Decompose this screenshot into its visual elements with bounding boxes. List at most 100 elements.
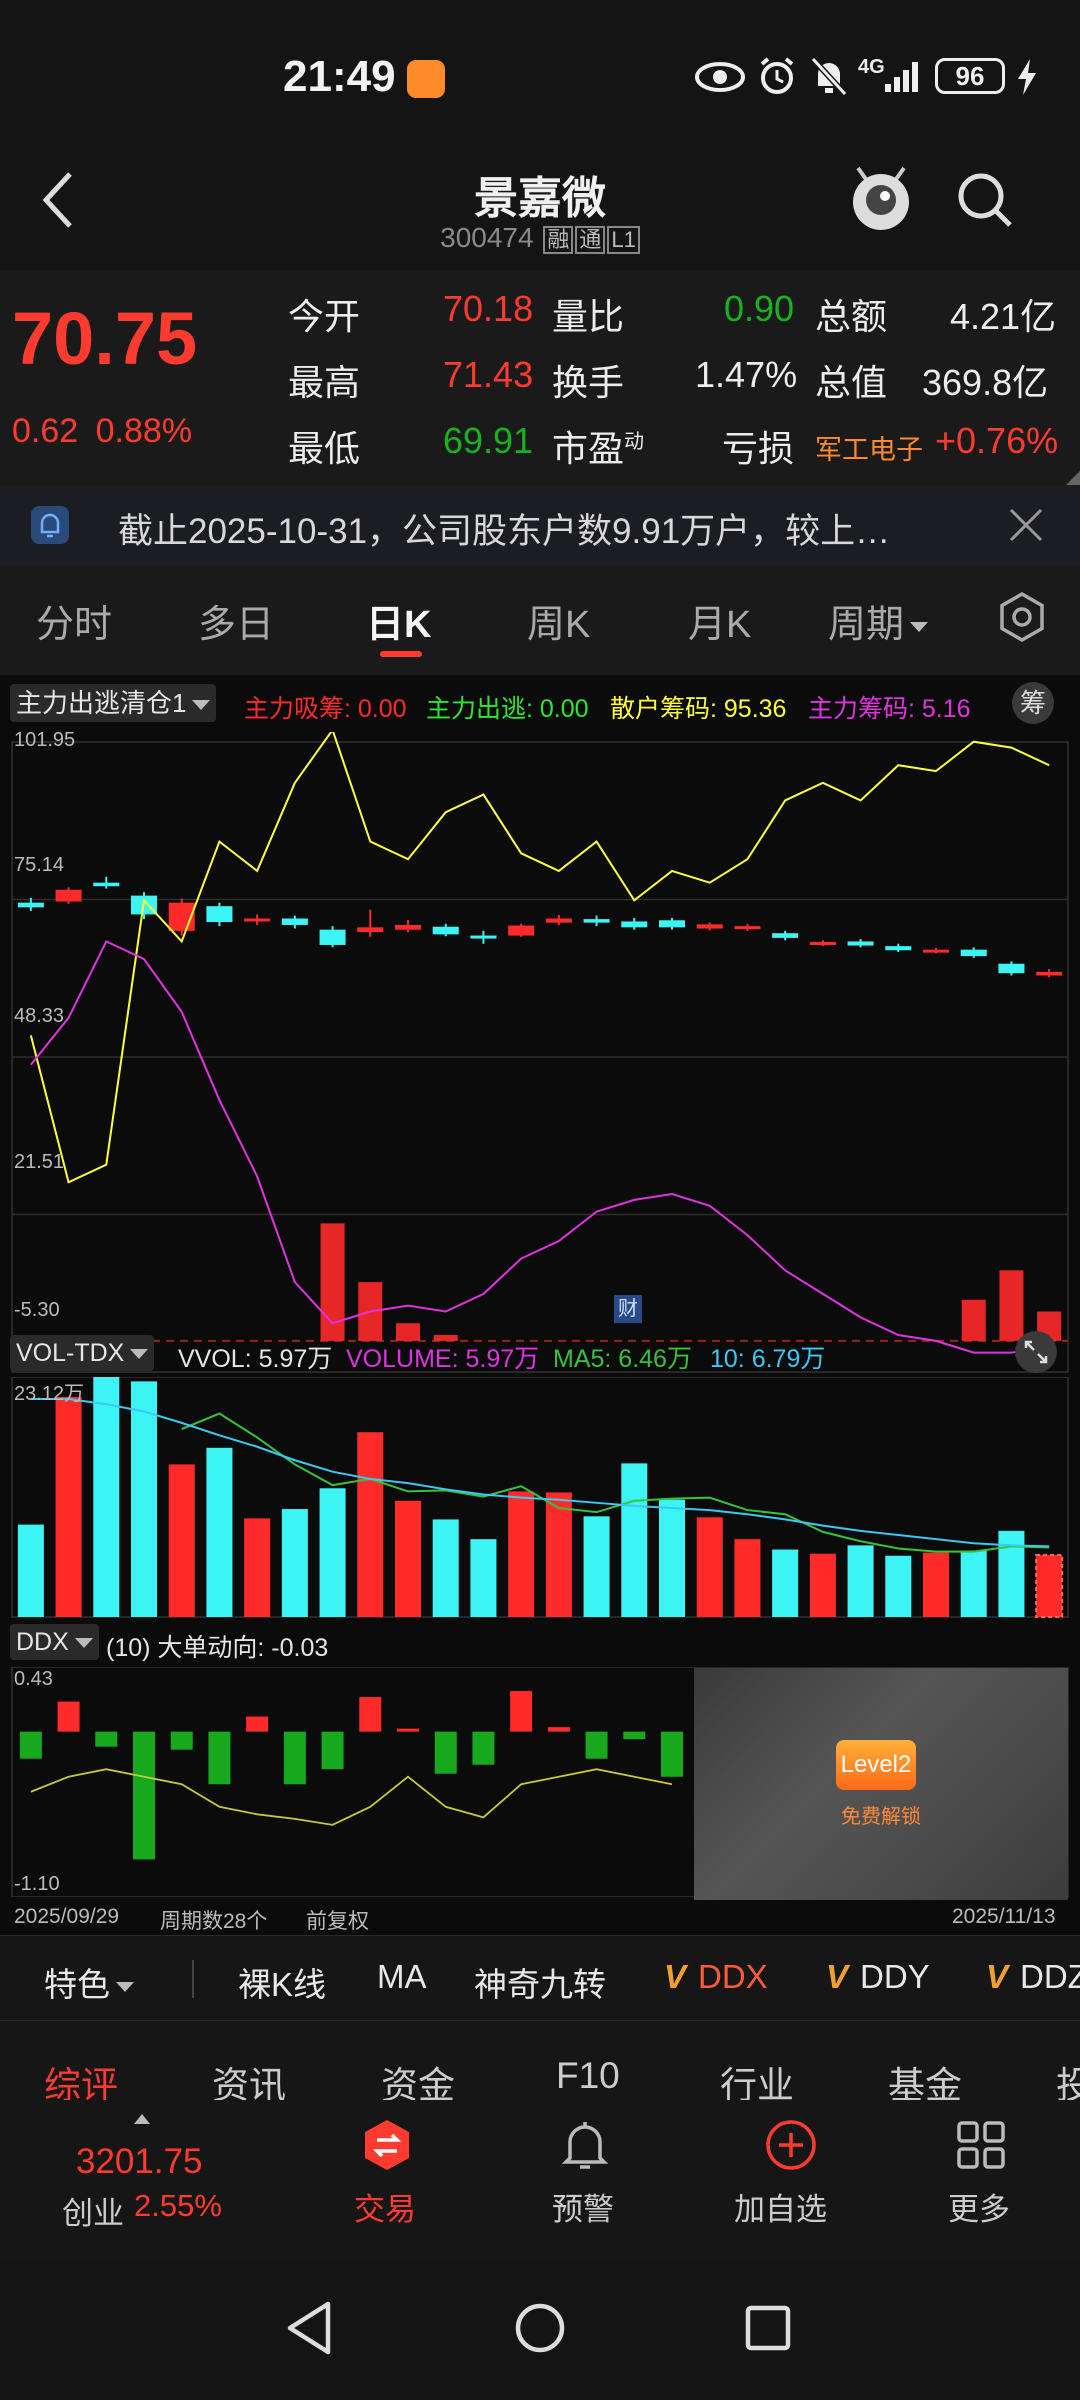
stock-name: 景嘉微 [474,174,606,223]
y-label-min: -5.30 [14,1299,60,1321]
nav-alert[interactable]: 预警 [534,2118,634,2248]
ddx-bar [434,1731,457,1774]
chevron-down-icon [130,1349,149,1360]
notice-bell-icon [31,506,69,544]
chevron-down-icon [910,621,929,632]
main-grid [11,741,1069,1373]
vip-icon: V [826,1958,849,1995]
add-circle-icon [766,2120,816,2170]
tab-monthly-k[interactable]: 月K [688,593,751,648]
indicator-selector-label: 主力出逃清仓1 [16,688,187,718]
signal-icon [885,62,918,92]
system-navigation [0,2260,1080,2400]
volume-bar [432,1519,459,1617]
axis-start-date: 2025/09/29 [14,1905,120,1928]
tab-intraday[interactable]: 分时 [36,593,112,648]
chips-button[interactable]: 筹 [1012,682,1054,724]
ddx-selector-label: DDX [16,1628,69,1656]
vol-selector[interactable]: VOL-TDX [10,1335,155,1371]
tab-f10[interactable]: F10 [556,2055,620,2097]
nav-recents-icon[interactable] [744,2304,792,2352]
tab-weekly-k[interactable]: 周K [527,593,590,648]
indicator-line [29,732,1050,1184]
volume-chart[interactable] [0,1377,1080,1627]
volume-bar [545,1492,572,1617]
tab-multi-day[interactable]: 多日 [198,593,274,648]
volume-bar [734,1539,761,1617]
tool-ddx[interactable]: V DDX [664,1958,768,1996]
index-change: 2.55% [134,2188,222,2223]
ddx-selector[interactable]: DDX [10,1624,99,1660]
axis-adjust-mode: 前复权 [306,1910,369,1933]
tab-daily-k[interactable]: 日K [366,593,431,648]
fullscreen-icon[interactable] [1014,1330,1058,1374]
tool-ddy[interactable]: V DDY [826,1958,930,1996]
volume-bar [55,1396,82,1617]
nav-home-icon[interactable] [514,2302,566,2354]
chart-area[interactable]: 主力出逃清仓1 主力吸筹: 0.00 主力出逃: 0.00 散户筹码: 95.3… [0,675,1080,1935]
volume-bar [244,1518,271,1617]
ddx-bar [19,1731,42,1759]
tab-period[interactable]: 周期 [828,593,929,648]
tool-ma[interactable]: MA [377,1958,427,1996]
ddx-bar [170,1731,193,1750]
y-label-max: 101.95 [14,729,76,751]
nav-trade[interactable]: 交易 [336,2118,436,2248]
tool-naked-k[interactable]: 裸K线 [238,1958,326,2006]
candle-body [659,920,685,928]
main-kline-chart[interactable] [0,732,1080,1382]
candle-body [281,918,308,925]
search-icon[interactable] [955,170,1015,230]
chevron-down-icon [116,1982,134,1993]
notice-bar[interactable]: 截止2025-10-31，公司股东户数9.91万户，较上… [0,485,1080,565]
tool-strip: 特色 裸K线 MA 神奇九转 V DDX V DDY V DDZ [0,1935,1080,2021]
ddx-bar [623,1731,646,1740]
volume-bar [357,1432,384,1617]
tab-period-label: 周期 [828,604,905,646]
nav-more-label: 更多 [948,2192,1010,2227]
finance-event-marker[interactable]: 财 [614,1295,642,1323]
volume-bar [206,1447,233,1617]
close-icon[interactable] [1008,507,1044,543]
tool-ddz[interactable]: V DDZ [986,1958,1080,1996]
high-value: 71.43 [443,354,534,395]
active-tab-indicator [380,651,422,657]
tool-magic-nine[interactable]: 神奇九转 [474,1958,606,2006]
index-value[interactable]: 3201.75 [76,2142,203,2182]
trade-icon [365,2120,409,2170]
candle-body [470,935,497,939]
ddx-legend: (10) 大单动向: -0.03 [106,1634,329,1662]
candle-body [772,933,799,938]
sector-change[interactable]: +0.76% [935,420,1058,462]
volume-bar [1035,1554,1064,1618]
axis-end-date: 2025/11/13 [952,1905,1056,1928]
indicator-selector[interactable]: 主力出逃清仓1 [10,684,217,722]
feature-selector[interactable]: 特色 [44,1958,134,2006]
sector-name[interactable]: 军工电子 [815,428,923,467]
nav-more[interactable]: 更多 [930,2118,1030,2248]
nav-alert-label: 预警 [552,2192,614,2227]
level2-lock-overlay[interactable]: Level2 免费解锁 [694,1668,1068,1900]
ddx-bar [510,1691,533,1732]
nav-back-icon[interactable] [284,2300,334,2356]
volume-bar [621,1463,648,1617]
mascot-icon[interactable] [848,162,914,238]
level2-badge: Level2 [836,1740,916,1790]
pe-label-text: 市盈 [552,428,625,469]
ddx-bar [585,1731,608,1759]
battery-level: 96 [955,61,985,91]
open-value: 70.18 [443,288,534,329]
change-amount: 0.62 [12,412,79,450]
candle-body [545,918,572,923]
notice-text: 截止2025-10-31，公司股东户数9.91万户，较上… [118,512,891,551]
candle-body [621,921,648,928]
nav-add-watchlist[interactable]: 加自选 [730,2118,850,2248]
tool-ddz-label: DDZ [1020,1958,1080,1995]
vol-y-label: 23.12万 [14,1383,85,1405]
volume-bar [508,1491,535,1617]
settings-icon[interactable] [996,591,1048,643]
quote-panel: 70.75 0.62 0.88% 今开 70.18 量比 0.90 总额 4.2… [0,270,1080,485]
volume-bar [17,1524,44,1617]
ddx-bar [246,1716,269,1732]
turnover-rate-label: 换手 [552,362,625,403]
